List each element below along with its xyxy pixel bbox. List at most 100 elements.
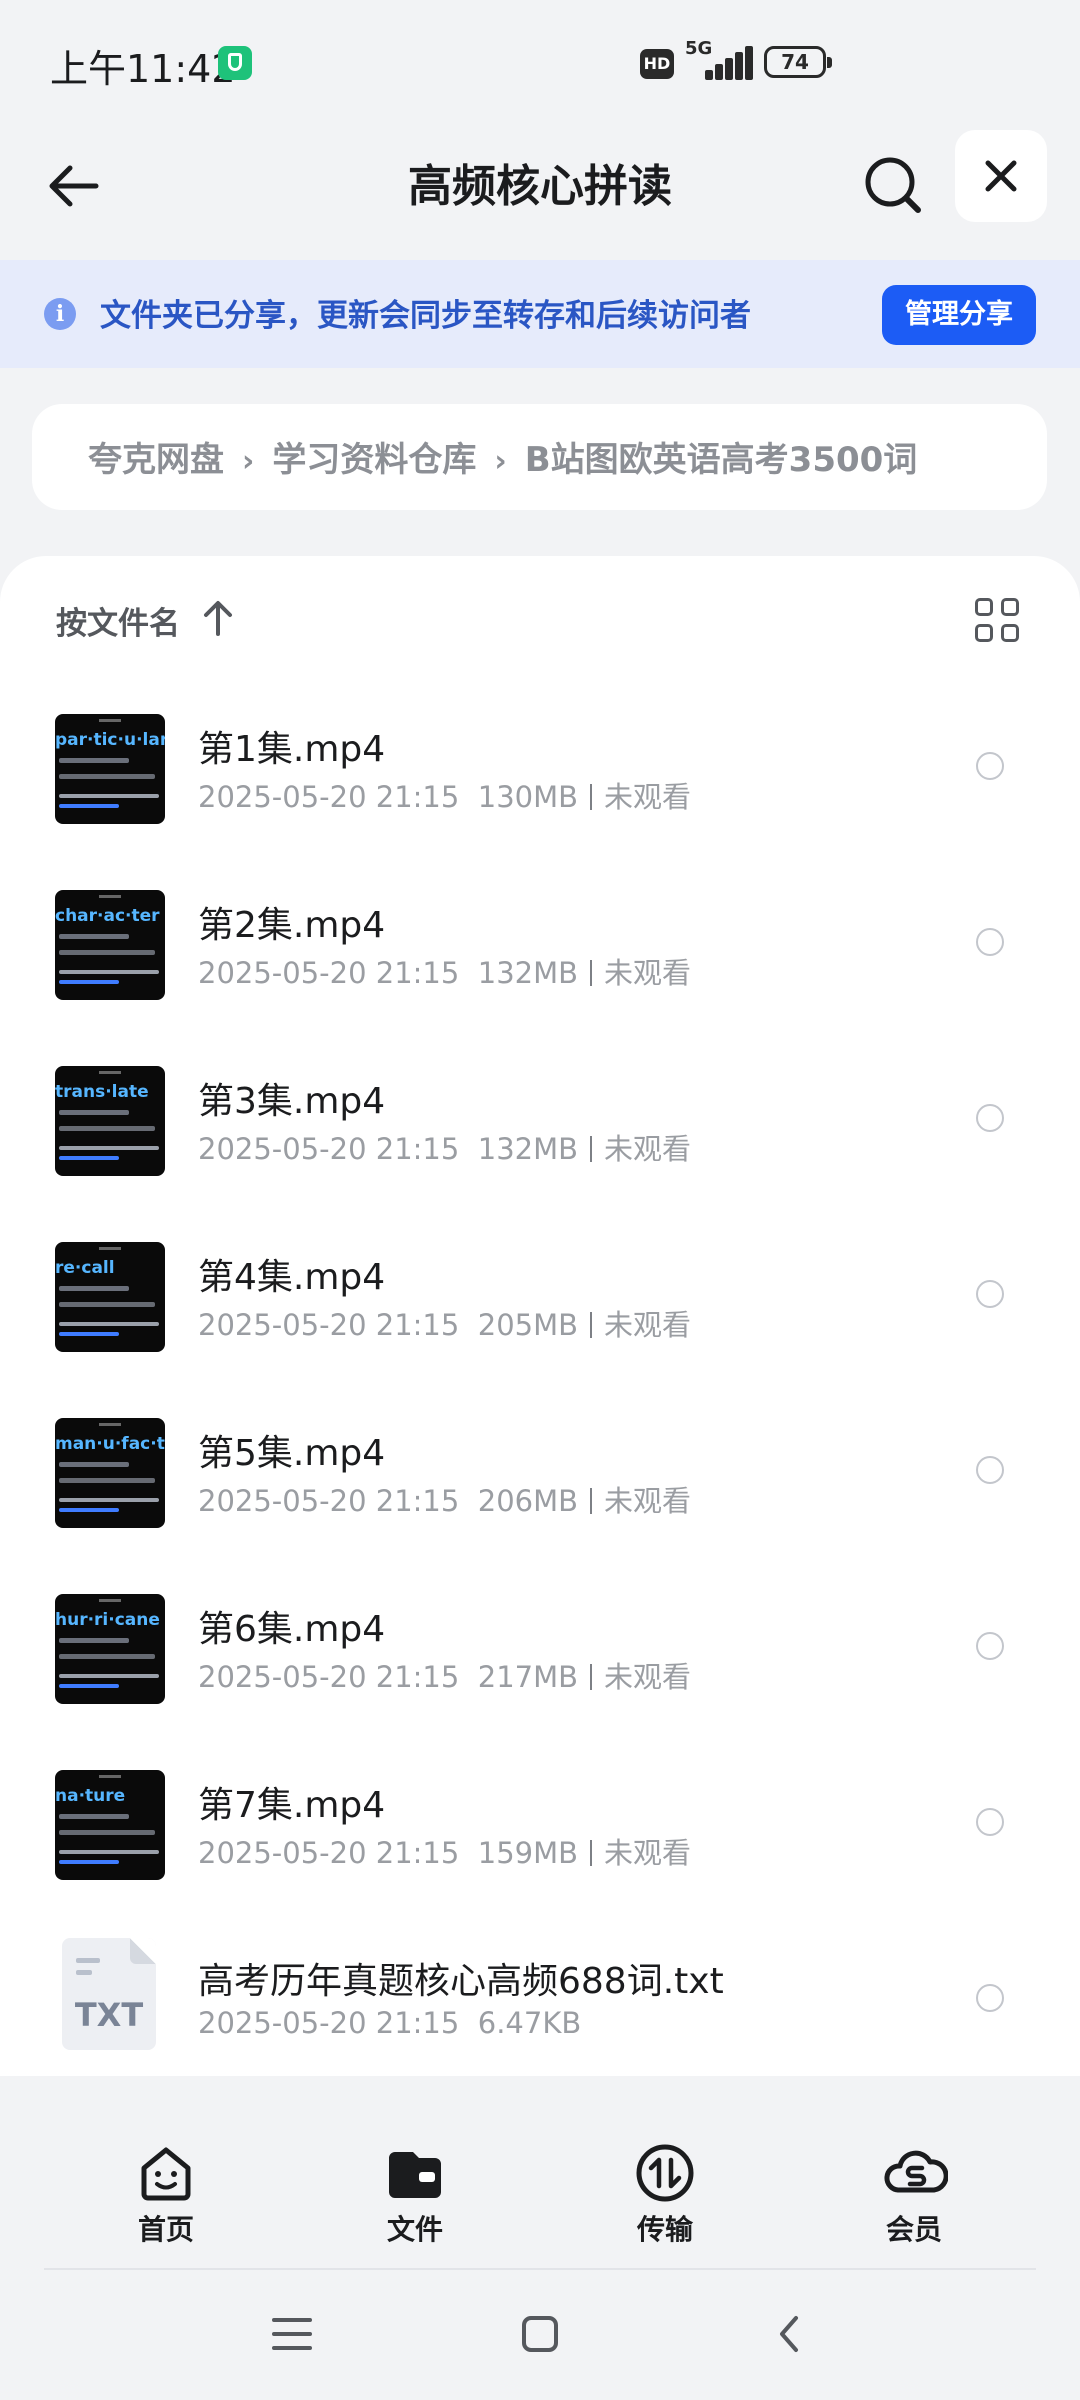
sort-bar: 按文件名 (0, 556, 1080, 676)
watch-status: 未观看 (604, 780, 692, 814)
select-radio[interactable] (976, 928, 1004, 956)
file-row[interactable]: par·tic·u·lar 第1集.mp4 2025-05-20 21:15 1… (0, 684, 1080, 860)
watch-status: 未观看 (604, 956, 692, 990)
file-row[interactable]: trans·late 第3集.mp4 2025-05-20 21:15 132M… (0, 1036, 1080, 1212)
file-date: 2025-05-20 21:15 (198, 1484, 460, 1518)
video-thumbnail: par·tic·u·lar (55, 714, 165, 824)
sort-ascending-arrow-icon[interactable] (200, 598, 236, 638)
thumbnail-word: na·ture (55, 1786, 126, 1806)
file-size: 205MB (477, 1308, 579, 1342)
share-banner-message: 文件夹已分享，更新会同步至转存和后续访问者 (100, 298, 751, 334)
file-meta: 2025-05-20 21:15 217MB 未观看 (198, 1654, 691, 1696)
txt-file-label: TXT (74, 1996, 144, 2034)
share-banner: i 文件夹已分享，更新会同步至转存和后续访问者 管理分享 (0, 260, 1080, 368)
breadcrumb-item-library[interactable]: 学习资料仓库 (272, 440, 476, 480)
file-date: 2025-05-20 21:15 (198, 780, 460, 814)
file-meta: 2025-05-20 21:15 130MB 未观看 (198, 774, 691, 816)
select-radio[interactable] (976, 1808, 1004, 1836)
file-row[interactable]: na·ture 第7集.mp4 2025-05-20 21:15 159MB 未观… (0, 1740, 1080, 1916)
nav-vip-label: 会员 (885, 2213, 942, 2246)
file-size: 217MB (477, 1660, 579, 1694)
sort-by-name-button[interactable]: 按文件名 (56, 598, 180, 643)
file-name: 第1集.mp4 (198, 729, 386, 770)
grid-view-icon[interactable] (975, 598, 1021, 644)
search-icon[interactable] (856, 148, 928, 220)
txt-file-icon: TXT (62, 1938, 156, 2050)
thumbnail-word: trans·late (55, 1082, 149, 1102)
file-size: 132MB (477, 1132, 579, 1166)
video-thumbnail: na·ture (55, 1770, 165, 1880)
file-row[interactable]: TXT 高考历年真题核心高频688词.txt 2025-05-20 21:15 … (0, 1916, 1080, 2092)
file-date: 2025-05-20 21:15 (198, 1660, 460, 1694)
file-name: 第3集.mp4 (198, 1081, 386, 1122)
watch-status: 未观看 (604, 1836, 692, 1870)
nav-vip[interactable]: 会员 (834, 2124, 994, 2256)
select-radio[interactable] (976, 1280, 1004, 1308)
nav-home[interactable]: 首页 (86, 2124, 246, 2256)
video-thumbnail: char·ac·ter (55, 890, 165, 1000)
nav-transfer[interactable]: 传输 (585, 2124, 745, 2256)
file-size: 159MB (477, 1836, 579, 1870)
video-thumbnail: man·u·fac·ture (55, 1418, 165, 1528)
battery-icon: 74 (764, 46, 832, 78)
nav-files[interactable]: 文件 (335, 2124, 495, 2256)
close-button[interactable] (955, 130, 1047, 222)
top-header: 高频核心拼读 (0, 128, 1080, 260)
file-name: 第5集.mp4 (198, 1433, 386, 1474)
file-size: 130MB (477, 780, 579, 814)
video-thumbnail: re·call (55, 1242, 165, 1352)
file-size: 206MB (477, 1484, 579, 1518)
file-name: 高考历年真题核心高频688词.txt (198, 1961, 724, 2002)
video-thumbnail: hur·ri·cane (55, 1594, 165, 1704)
select-radio[interactable] (976, 752, 1004, 780)
nav-files-label: 文件 (386, 2213, 443, 2246)
file-list: par·tic·u·lar 第1集.mp4 2025-05-20 21:15 1… (0, 684, 1080, 2092)
close-icon (985, 160, 1017, 192)
file-row[interactable]: hur·ri·cane 第6集.mp4 2025-05-20 21:15 217… (0, 1564, 1080, 1740)
select-radio[interactable] (976, 1456, 1004, 1484)
status-bar: 上午11:42 HD 5G 74 (0, 0, 1080, 128)
file-size: 6.47KB (477, 2006, 582, 2040)
file-name: 第2集.mp4 (198, 905, 386, 946)
watch-status: 未观看 (604, 1132, 692, 1166)
folder-icon (385, 2144, 445, 2202)
file-list-panel: 按文件名 par·tic·u·lar 第1集.mp4 2025-05-20 21… (0, 556, 1080, 2076)
file-meta: 2025-05-20 21:15 159MB 未观看 (198, 1830, 691, 1872)
file-date: 2025-05-20 21:15 (198, 956, 460, 990)
file-name: 第4集.mp4 (198, 1257, 386, 1298)
file-size: 132MB (477, 956, 579, 990)
select-radio[interactable] (976, 1984, 1004, 2012)
breadcrumb-item-current[interactable]: B站图欧英语高考3500词 (525, 440, 918, 480)
transfer-icon (635, 2144, 695, 2202)
file-row[interactable]: re·call 第4集.mp4 2025-05-20 21:15 205MB 未观… (0, 1212, 1080, 1388)
thumbnail-word: char·ac·ter (55, 906, 160, 926)
menu-icon[interactable] (272, 2314, 312, 2358)
file-row[interactable]: char·ac·ter 第2集.mp4 2025-05-20 21:15 132… (0, 860, 1080, 1036)
system-navigation-bar (0, 2270, 1080, 2400)
file-row[interactable]: man·u·fac·ture 第5集.mp4 2025-05-20 21:15 … (0, 1388, 1080, 1564)
select-radio[interactable] (976, 1104, 1004, 1132)
file-meta: 2025-05-20 21:15 6.47KB (198, 2006, 581, 2040)
nav-transfer-label: 传输 (636, 2213, 693, 2246)
watch-status: 未观看 (604, 1308, 692, 1342)
select-radio[interactable] (976, 1632, 1004, 1660)
back-chevron-icon[interactable] (770, 2314, 810, 2358)
thumbnail-word: man·u·fac·ture (55, 1434, 165, 1454)
file-meta: 2025-05-20 21:15 132MB 未观看 (198, 1126, 691, 1168)
home-square-icon[interactable] (520, 2314, 560, 2358)
file-meta: 2025-05-20 21:15 205MB 未观看 (198, 1302, 691, 1344)
breadcrumb-item-root[interactable]: 夸克网盘 (88, 440, 224, 480)
hd-voice-icon: HD (640, 49, 674, 79)
security-shield-icon (218, 46, 252, 80)
breadcrumb: 夸克网盘 › 学习资料仓库 › B站图欧英语高考3500词 (32, 404, 1047, 510)
video-thumbnail: trans·late (55, 1066, 165, 1176)
manage-share-button[interactable]: 管理分享 (882, 285, 1036, 345)
file-name: 第7集.mp4 (198, 1785, 386, 1826)
file-date: 2025-05-20 21:15 (198, 1308, 460, 1342)
file-meta: 2025-05-20 21:15 132MB 未观看 (198, 950, 691, 992)
watch-status: 未观看 (604, 1484, 692, 1518)
home-smile-icon (136, 2144, 196, 2202)
file-date: 2025-05-20 21:15 (198, 1132, 460, 1166)
file-date: 2025-05-20 21:15 (198, 2006, 460, 2040)
signal-strength-icon (705, 46, 753, 80)
